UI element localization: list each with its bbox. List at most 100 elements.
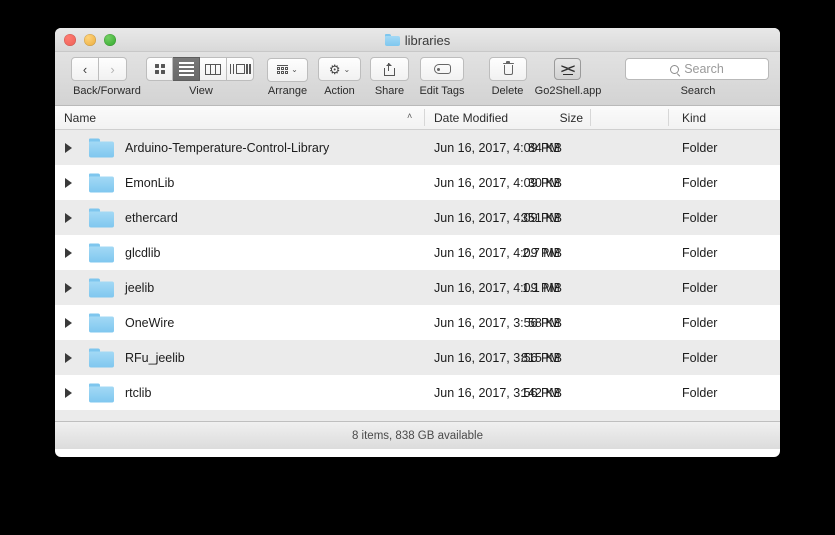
table-row[interactable]: rtclib Jun 16, 2017, 3:56 PM 142 KB Fold… xyxy=(55,375,780,410)
toolbar: ‹ › ⌄ ⚙ ⌄ >< Search Back/Forward View Ar… xyxy=(55,52,780,106)
go2shell-label: Go2Shell.app xyxy=(534,85,602,97)
table-row[interactable]: ethercard Jun 16, 2017, 4:09 PM 351 KB F… xyxy=(55,200,780,235)
list-view-button[interactable] xyxy=(173,57,200,81)
edit-tags-label: Edit Tags xyxy=(419,85,465,97)
go2shell-button[interactable]: >< xyxy=(554,58,581,80)
file-size: 30 KB xyxy=(527,175,562,190)
column-header-name[interactable]: Name xyxy=(64,106,96,129)
forward-button[interactable]: › xyxy=(99,57,127,81)
window-titlebar[interactable]: libraries xyxy=(55,28,780,52)
file-name: ethercard xyxy=(125,210,178,225)
tag-icon xyxy=(433,64,451,74)
gear-icon: ⚙ xyxy=(328,61,341,77)
arrange-label: Arrange xyxy=(267,85,308,97)
file-size: 142 KB xyxy=(520,385,562,400)
arrange-grid-icon xyxy=(277,65,289,74)
empty-list-area[interactable] xyxy=(55,410,780,421)
window-controls xyxy=(64,34,116,46)
delete-button[interactable] xyxy=(489,57,527,81)
file-kind: Folder xyxy=(682,315,718,330)
folder-icon xyxy=(89,313,114,332)
grid-icon xyxy=(154,64,165,74)
table-row[interactable]: EmonLib Jun 16, 2017, 4:09 PM 30 KB Fold… xyxy=(55,165,780,200)
table-row[interactable]: jeelib Jun 16, 2017, 4:09 PM 1.1 MB Fold… xyxy=(55,270,780,305)
view-label: View xyxy=(189,85,213,97)
share-label: Share xyxy=(374,85,405,97)
back-forward-label: Back/Forward xyxy=(73,85,141,97)
folder-icon xyxy=(89,383,114,402)
folder-icon xyxy=(89,138,114,157)
search-placeholder: Search xyxy=(684,62,724,76)
toolbar-labels: Back/Forward View Arrange Action Share E… xyxy=(55,85,780,103)
folder-icon xyxy=(89,348,114,367)
column-header-kind[interactable]: Kind xyxy=(682,106,706,129)
file-name: glcdlib xyxy=(125,245,161,260)
file-list[interactable]: Arduino-Temperature-Control-Library Jun … xyxy=(55,130,780,421)
table-row[interactable]: RFu_jeelib Jun 16, 2017, 3:56 PM 815 KB … xyxy=(55,340,780,375)
file-name: jeelib xyxy=(125,280,155,295)
status-bar: 8 items, 838 GB available xyxy=(55,421,780,449)
arrange-button[interactable]: ⌄ xyxy=(267,57,308,82)
disclosure-triangle-icon[interactable] xyxy=(65,387,72,398)
search-field[interactable]: Search xyxy=(625,58,769,80)
folder-icon xyxy=(89,278,114,297)
table-row[interactable]: glcdlib Jun 16, 2017, 4:09 PM 2.7 MB Fol… xyxy=(55,235,780,270)
table-row[interactable]: Arduino-Temperature-Control-Library Jun … xyxy=(55,130,780,165)
window-title: libraries xyxy=(404,32,451,48)
column-view-button[interactable] xyxy=(200,57,227,81)
file-kind: Folder xyxy=(682,350,718,365)
trash-icon xyxy=(502,61,514,76)
folder-icon xyxy=(384,34,400,46)
column-divider[interactable] xyxy=(668,109,669,126)
back-forward-control: ‹ › xyxy=(71,57,127,81)
share-button[interactable] xyxy=(370,57,409,81)
file-kind: Folder xyxy=(682,280,718,295)
chevron-left-icon: ‹ xyxy=(82,61,88,77)
file-kind: Folder xyxy=(682,210,718,225)
disclosure-triangle-icon[interactable] xyxy=(65,352,72,363)
column-divider[interactable] xyxy=(590,109,591,126)
zoom-button[interactable] xyxy=(104,34,116,46)
edit-tags-button[interactable] xyxy=(420,57,464,81)
folder-icon xyxy=(89,173,114,192)
action-label: Action xyxy=(324,85,355,97)
status-text: 8 items, 838 GB available xyxy=(351,429,484,442)
file-size: 58 KB xyxy=(527,315,562,330)
disclosure-triangle-icon[interactable] xyxy=(65,317,72,328)
file-kind: Folder xyxy=(682,245,718,260)
table-row[interactable]: OneWire Jun 16, 2017, 3:56 PM 58 KB Fold… xyxy=(55,305,780,340)
disclosure-triangle-icon[interactable] xyxy=(65,142,72,153)
view-mode-control xyxy=(146,57,254,81)
disclosure-triangle-icon[interactable] xyxy=(65,247,72,258)
back-button[interactable]: ‹ xyxy=(71,57,99,81)
share-icon xyxy=(384,62,395,76)
file-size: 84 KB xyxy=(527,140,562,155)
gallery-view-button[interactable] xyxy=(227,57,254,81)
file-name: Arduino-Temperature-Control-Library xyxy=(125,140,330,155)
file-size: 2.7 MB xyxy=(522,245,562,260)
chevron-down-icon: ⌄ xyxy=(291,65,298,74)
file-name: EmonLib xyxy=(125,175,175,190)
file-kind: Folder xyxy=(682,175,718,190)
file-kind: Folder xyxy=(682,385,718,400)
folder-icon xyxy=(89,208,114,227)
column-header-date-modified[interactable]: Date Modified xyxy=(434,106,508,129)
action-button[interactable]: ⚙ ⌄ xyxy=(318,57,361,81)
chevron-down-icon: ⌄ xyxy=(343,64,351,74)
minimize-button[interactable] xyxy=(84,34,96,46)
file-size: 1.1 MB xyxy=(522,280,562,295)
icon-view-button[interactable] xyxy=(146,57,173,81)
column-divider[interactable] xyxy=(424,109,425,126)
disclosure-triangle-icon[interactable] xyxy=(65,177,72,188)
columns-icon xyxy=(205,63,221,75)
disclosure-triangle-icon[interactable] xyxy=(65,282,72,293)
column-header: Name ˄ Date Modified Size Kind xyxy=(55,106,780,130)
close-button[interactable] xyxy=(64,34,76,46)
file-name: rtclib xyxy=(125,385,152,400)
file-name: RFu_jeelib xyxy=(125,350,185,365)
file-kind: Folder xyxy=(682,140,718,155)
file-size: 815 KB xyxy=(520,350,562,365)
disclosure-triangle-icon[interactable] xyxy=(65,212,72,223)
sort-ascending-icon: ˄ xyxy=(407,111,413,121)
column-header-size[interactable]: Size xyxy=(535,106,583,129)
